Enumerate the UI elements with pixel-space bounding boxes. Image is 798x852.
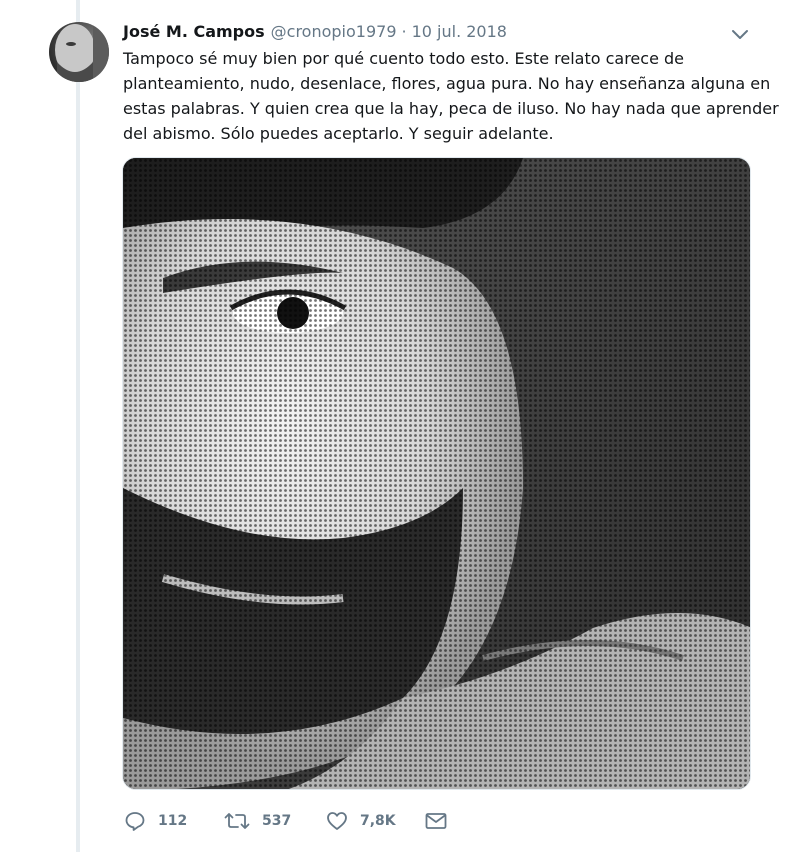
tweet-actions: 112 537 7,8K <box>124 806 448 836</box>
reply-count: 112 <box>158 813 188 829</box>
tweet-text-line: Tampoco sé muy bien por qué cuento todo … <box>123 49 684 68</box>
tweet-page: José M. Campos @cronopio1979 · 10 jul. 2… <box>0 0 798 852</box>
halftone-portrait-image <box>123 158 750 789</box>
author-fullname[interactable]: José M. Campos <box>123 22 265 41</box>
like-button[interactable]: 7,8K <box>326 806 424 836</box>
heart-icon <box>327 812 347 830</box>
tweet-text-line: planteamiento, nudo, desenlace, flores, … <box>123 74 771 93</box>
tweet-header: José M. Campos @cronopio1979 · 10 jul. 2… <box>123 22 507 44</box>
avatar[interactable] <box>49 22 109 82</box>
tweet-text-line: del abismo. Sólo puedes aceptarlo. Y seg… <box>123 124 554 143</box>
tweet-text-line: estas palabras. Y quien crea que la hay,… <box>123 99 779 118</box>
like-count: 7,8K <box>360 813 396 829</box>
direct-message-button[interactable] <box>424 806 448 836</box>
thread-connector-line <box>76 0 80 852</box>
header-separator: · <box>401 22 407 41</box>
chevron-down-icon <box>732 30 748 39</box>
tweet-timestamp[interactable]: 10 jul. 2018 <box>412 22 507 41</box>
envelope-icon <box>425 813 447 829</box>
more-options-button[interactable] <box>729 25 751 43</box>
retweet-button[interactable]: 537 <box>224 806 326 836</box>
retweet-count: 537 <box>262 813 292 829</box>
reply-button[interactable]: 112 <box>124 806 224 836</box>
tweet-photo[interactable] <box>122 157 751 790</box>
retweet-icon <box>224 813 250 829</box>
reply-icon <box>125 812 145 831</box>
author-handle[interactable]: @cronopio1979 <box>271 22 397 41</box>
avatar-image <box>49 22 109 82</box>
tweet-text: Tampoco sé muy bien por qué cuento todo … <box>123 46 779 146</box>
